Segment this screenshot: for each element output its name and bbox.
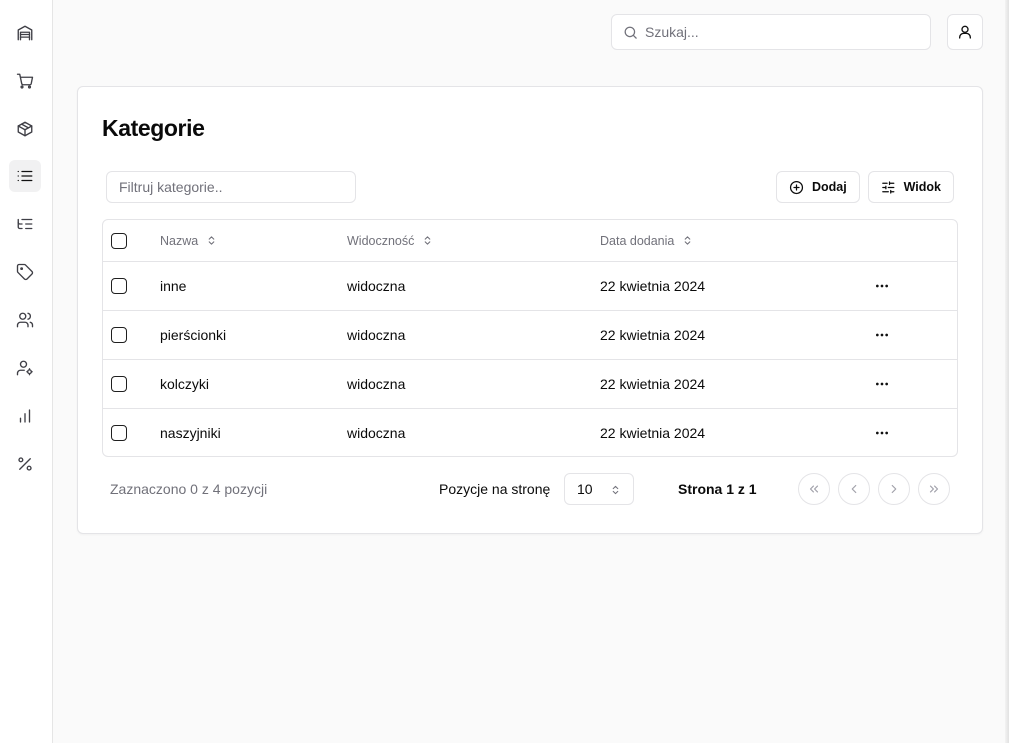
nav-products[interactable]	[9, 113, 41, 145]
nav-discounts[interactable]	[9, 448, 41, 480]
add-button[interactable]: Dodaj	[776, 171, 860, 203]
nav-tags[interactable]	[9, 256, 41, 288]
row-date: 22 kwietnia 2024	[600, 425, 706, 441]
view-button[interactable]: Widok	[868, 171, 954, 203]
row-name: kolczyki	[160, 376, 210, 392]
user-cog-icon	[16, 360, 33, 376]
chevron-left-icon	[851, 484, 857, 494]
column-date-label: Data dodania	[600, 233, 675, 248]
row-date: 22 kwietnia 2024	[600, 376, 706, 392]
page-title: Kategorie	[102, 115, 205, 141]
row-visibility: widoczna	[347, 278, 406, 294]
row-visibility: widoczna	[347, 425, 406, 441]
table-header: Nazwa Widoczność Data dodania	[103, 220, 957, 261]
row-checkbox[interactable]	[111, 327, 127, 343]
chevrons-right-icon	[929, 485, 939, 493]
per-page-value: 10	[577, 481, 593, 497]
table-row: naszyjniki widoczna 22 kwietnia 2024	[103, 408, 957, 456]
list-tree-icon	[17, 218, 33, 230]
user-icon	[959, 25, 971, 39]
nav-orders[interactable]	[9, 65, 41, 97]
column-date[interactable]: Data dodania	[600, 220, 693, 261]
warehouse-icon	[17, 25, 33, 41]
row-actions-button[interactable]	[871, 262, 893, 310]
chevrons-up-down-icon	[610, 483, 621, 499]
first-page-button[interactable]	[798, 473, 830, 505]
chevrons-left-icon	[809, 485, 819, 493]
row-name: inne	[160, 278, 187, 294]
nav-stats[interactable]	[9, 400, 41, 432]
nav-admins[interactable]	[9, 352, 41, 384]
more-horizontal-icon	[876, 382, 888, 386]
users-icon	[16, 312, 34, 328]
search-input[interactable]	[645, 24, 915, 40]
column-visibility-label: Widoczność	[347, 233, 415, 248]
sort-icon	[206, 235, 217, 246]
row-checkbox[interactable]	[111, 425, 127, 441]
next-page-button[interactable]	[878, 473, 910, 505]
row-date: 22 kwietnia 2024	[600, 327, 706, 343]
per-page-label: Pozycje na stronę	[439, 481, 551, 497]
list-icon	[17, 170, 33, 182]
row-actions-button[interactable]	[871, 360, 893, 408]
row-actions-button[interactable]	[871, 409, 893, 456]
more-horizontal-icon	[876, 284, 888, 288]
row-visibility: widoczna	[347, 376, 406, 392]
column-name[interactable]: Nazwa	[160, 220, 217, 261]
categories-card: Kategorie Dodaj Widok Nazwa Widoczność D…	[77, 86, 983, 534]
sidebar	[0, 0, 53, 743]
plus-circle-icon	[789, 180, 804, 194]
row-visibility: widoczna	[347, 327, 406, 343]
filter-input[interactable]	[106, 171, 356, 203]
table-row: pierścionki widoczna 22 kwietnia 2024	[103, 310, 957, 359]
row-actions-button[interactable]	[871, 311, 893, 359]
chevron-right-icon	[891, 484, 897, 494]
sort-icon	[422, 235, 433, 246]
row-name: pierścionki	[160, 327, 227, 343]
sliders-icon	[882, 180, 895, 194]
user-menu-button[interactable]	[947, 14, 983, 50]
package-icon	[17, 121, 33, 137]
select-all-checkbox[interactable]	[111, 232, 127, 249]
row-checkbox[interactable]	[111, 278, 127, 294]
prev-page-button[interactable]	[838, 473, 870, 505]
column-name-label: Nazwa	[160, 233, 199, 248]
add-button-label: Dodaj	[812, 180, 847, 194]
view-button-label: Widok	[903, 180, 941, 194]
nav-subcategories[interactable]	[9, 208, 41, 240]
page-info: Strona 1 z 1	[678, 481, 757, 497]
scroll-edge	[1005, 0, 1009, 743]
shopping-cart-icon	[16, 73, 34, 89]
percent-icon	[18, 457, 32, 471]
more-horizontal-icon	[876, 333, 888, 337]
table-row: kolczyki widoczna 22 kwietnia 2024	[103, 359, 957, 408]
column-visibility[interactable]: Widoczność	[347, 220, 433, 261]
global-search[interactable]	[611, 14, 931, 50]
row-date: 22 kwietnia 2024	[600, 278, 706, 294]
nav-categories[interactable]	[9, 160, 41, 192]
bar-chart-icon	[19, 409, 31, 423]
tag-icon	[16, 263, 34, 281]
search-icon	[624, 26, 637, 39]
nav-warehouse[interactable]	[9, 17, 41, 49]
row-checkbox[interactable]	[111, 376, 127, 392]
last-page-button[interactable]	[918, 473, 950, 505]
categories-table: Nazwa Widoczność Data dodania inne widoc…	[102, 219, 958, 457]
nav-customers[interactable]	[9, 304, 41, 336]
row-name: naszyjniki	[160, 425, 221, 441]
sort-icon	[682, 235, 693, 246]
selection-count: Zaznaczono 0 z 4 pozycji	[110, 481, 268, 497]
table-row: inne widoczna 22 kwietnia 2024	[103, 261, 957, 310]
more-horizontal-icon	[876, 431, 888, 435]
per-page-select[interactable]: 10	[564, 473, 634, 505]
